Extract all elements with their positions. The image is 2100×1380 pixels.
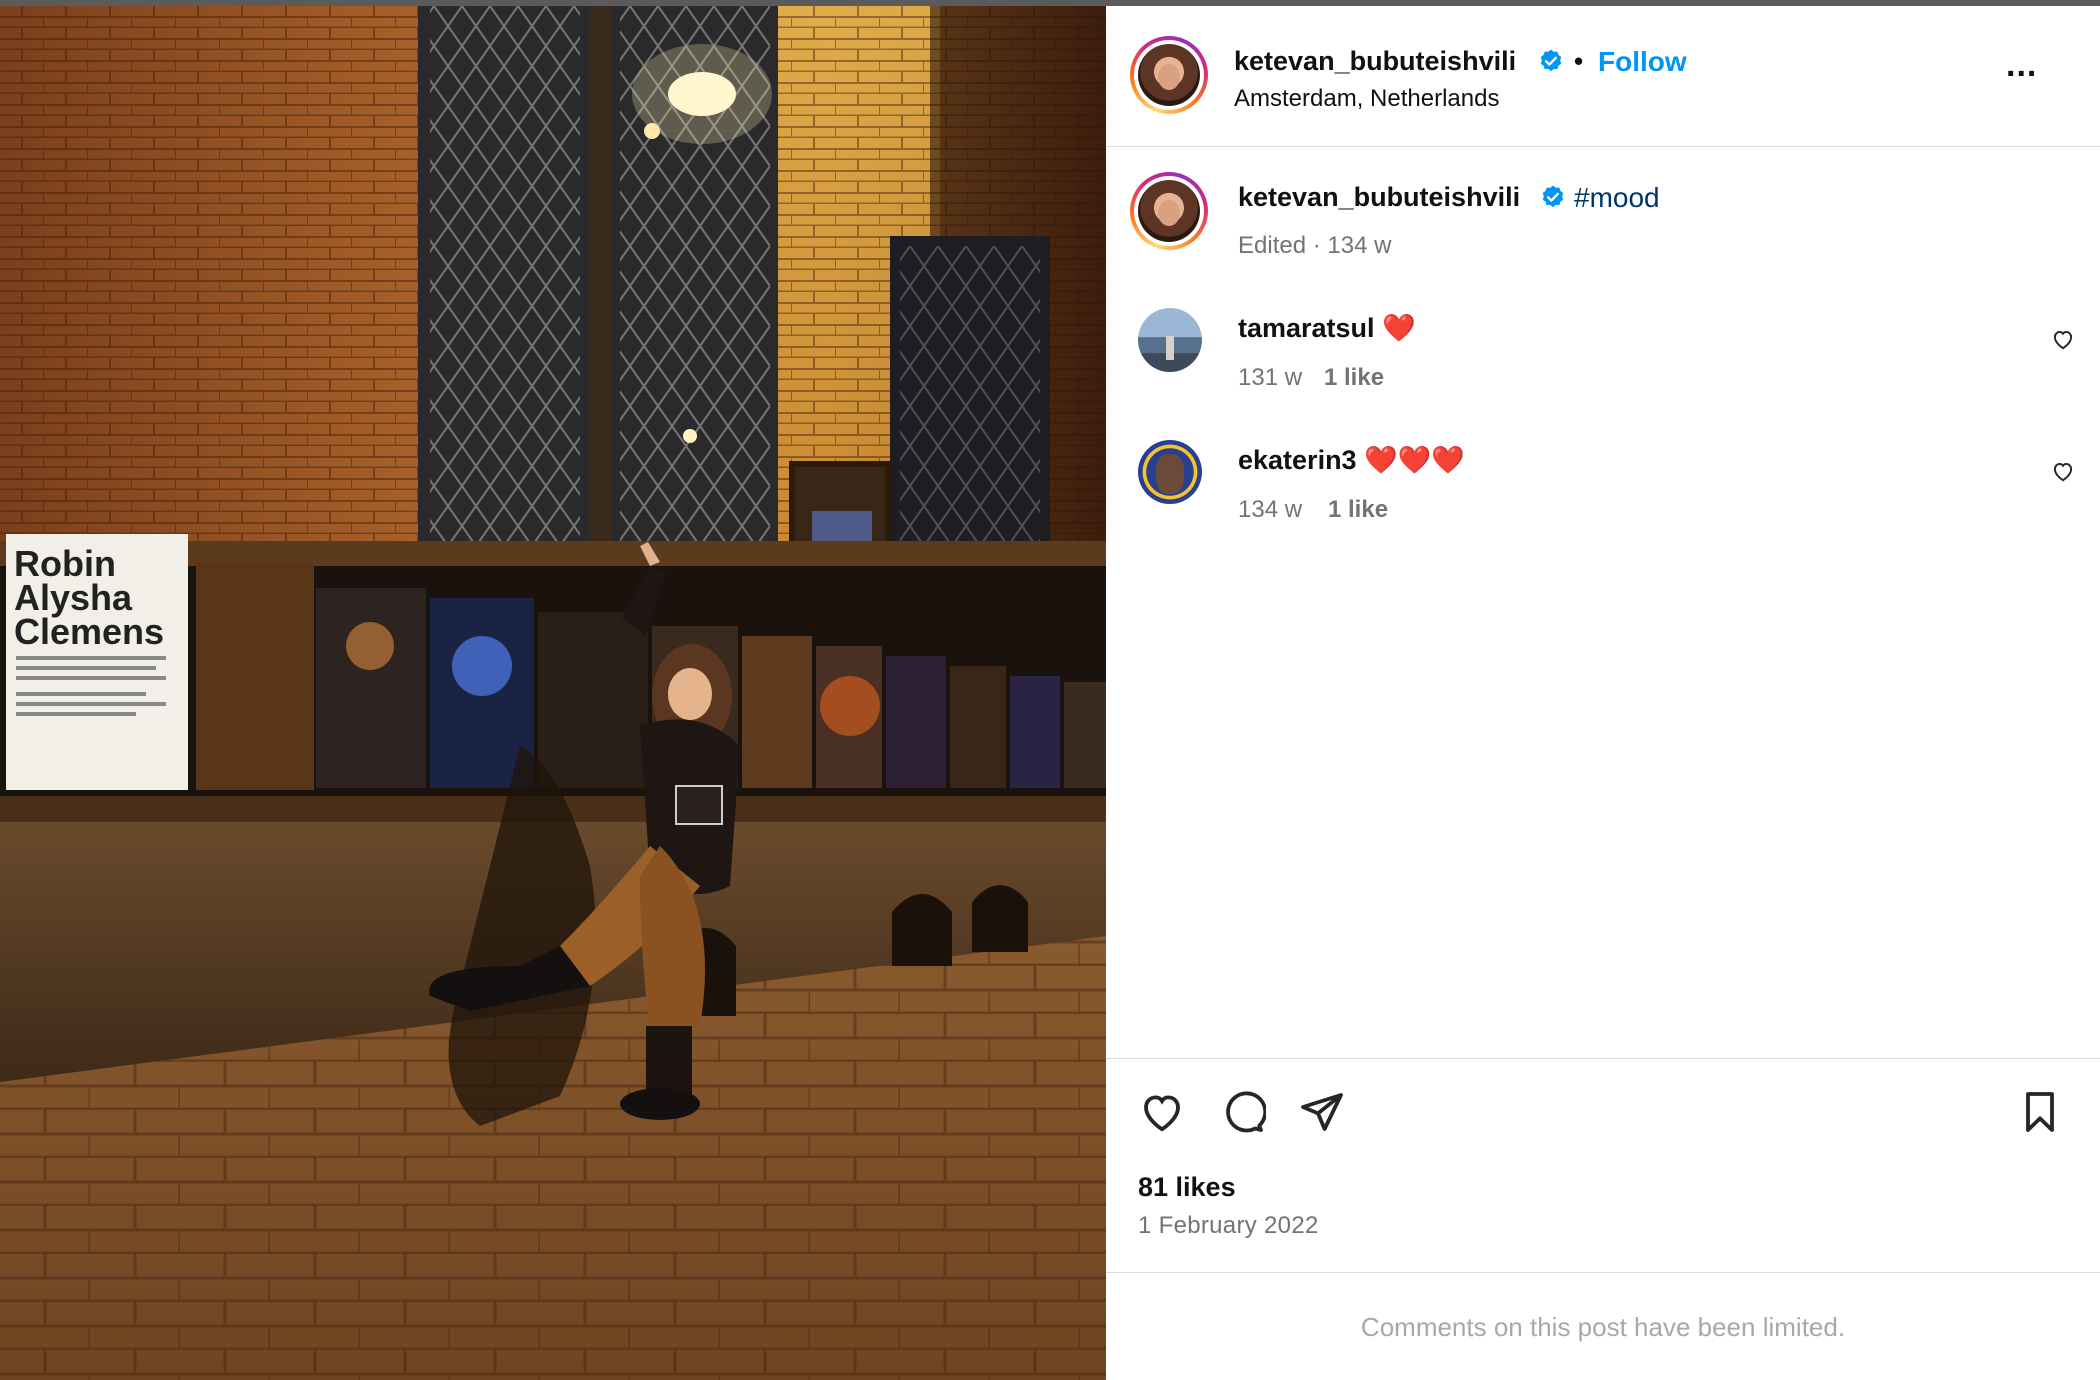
poster-title-line-3: Clemens [14, 611, 164, 652]
author-username[interactable]: ketevan_bubuteishvili [1234, 46, 1516, 77]
comment-likes-count[interactable]: 1 like [1328, 496, 1388, 524]
comment-age[interactable]: 134 w [1238, 496, 1302, 524]
caption-username[interactable]: ketevan_bubuteishvili [1238, 182, 1520, 213]
like-heart-icon[interactable] [1138, 1088, 1186, 1136]
caption-meta: Edited · 134 w [1238, 232, 1392, 259]
commenter-avatar[interactable] [1138, 440, 1202, 504]
comment-username[interactable]: tamaratsul [1238, 313, 1375, 343]
comment-icon[interactable] [1218, 1088, 1266, 1136]
comment-likes-count[interactable]: 1 like [1324, 364, 1384, 392]
actions-divider [1106, 1058, 2100, 1059]
verified-badge-icon [1542, 185, 1564, 208]
follow-button[interactable]: Follow [1598, 46, 1687, 78]
footer-divider [1106, 1272, 2100, 1273]
post-sidebar: ketevan_bubuteishvili • Follow Amsterdam… [1106, 6, 2100, 1380]
comment-age[interactable]: 131 w [1238, 364, 1302, 392]
more-options-icon[interactable]: ... [2006, 46, 2037, 85]
comment-text: ❤️❤️❤️ [1364, 445, 1465, 475]
verified-badge-icon [1540, 49, 1562, 72]
post-photo[interactable]: Robin Alysha Clemens [0, 6, 1106, 1380]
comments-limited-notice: Comments on this post have been limited. [1360, 1312, 1846, 1342]
photo-illustration: Robin Alysha Clemens [0, 6, 1106, 1380]
bookmark-icon[interactable] [2016, 1088, 2064, 1136]
comment-item: tamaratsul ❤️ [1238, 312, 1416, 344]
caption-hashtag[interactable]: #mood [1574, 182, 1660, 214]
comment-like-heart-icon[interactable] [2050, 458, 2076, 484]
post-date[interactable]: 1 February 2022 [1138, 1212, 1319, 1240]
comment-like-heart-icon[interactable] [2050, 326, 2076, 352]
header-divider [1106, 146, 2100, 147]
author-avatar[interactable] [1130, 36, 1208, 114]
comment-text: ❤️ [1382, 313, 1416, 343]
header-separator: • [1574, 46, 1584, 76]
comment-item: ekaterin3 ❤️❤️❤️ [1238, 444, 1465, 476]
comment-username[interactable]: ekaterin3 [1238, 445, 1357, 475]
commenter-avatar[interactable] [1138, 308, 1202, 372]
caption-author-avatar[interactable] [1130, 172, 1208, 250]
post-location[interactable]: Amsterdam, Netherlands [1234, 85, 1499, 113]
likes-count[interactable]: 81 likes [1138, 1172, 1236, 1203]
share-icon[interactable] [1298, 1088, 1346, 1136]
